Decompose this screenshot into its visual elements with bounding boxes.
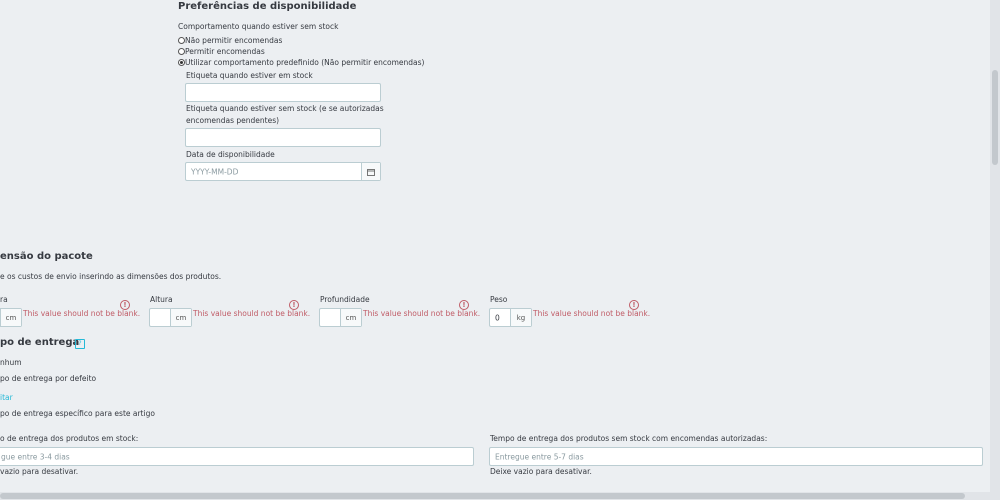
- delivery-option-none[interactable]: nhum: [0, 358, 22, 367]
- in-stock-delivery-label: o de entrega dos produtos em stock:: [0, 434, 139, 443]
- out-stock-delivery-hint: Deixe vazio para desativar.: [490, 467, 592, 476]
- availability-date-label: Data de disponibilidade: [186, 150, 275, 159]
- depth-error: This value should not be blank.: [363, 309, 481, 318]
- radio-default-behavior[interactable]: [178, 59, 185, 66]
- height-error: This value should not be blank.: [193, 309, 311, 318]
- width-input[interactable]: cm: [0, 308, 22, 327]
- width-error: This value should not be blank.: [23, 309, 141, 318]
- radio-allow-orders[interactable]: [178, 48, 185, 55]
- radio-default-behavior-label: Utilizar comportamento predefinido (Não …: [185, 58, 425, 67]
- package-description: e os custos de envio inserindo as dimens…: [0, 272, 222, 281]
- width-label: ra: [0, 295, 8, 304]
- depth-input[interactable]: cm: [319, 308, 362, 327]
- delivery-option-default[interactable]: po de entrega por defeito: [0, 374, 96, 383]
- height-input[interactable]: cm: [149, 308, 192, 327]
- out-stock-delivery-placeholder: Entregue entre 5-7 dias: [495, 452, 584, 461]
- width-unit: cm: [0, 309, 21, 326]
- width-error-icon: !: [120, 300, 130, 310]
- package-title: ensão do pacote: [0, 251, 93, 262]
- calendar-icon[interactable]: [361, 163, 380, 180]
- out-stock-delivery-label: Tempo de entrega dos produtos sem stock …: [490, 434, 768, 443]
- out-stock-delivery-input[interactable]: Entregue entre 5-7 dias: [489, 447, 983, 466]
- delivery-edit-link[interactable]: itar: [0, 393, 13, 402]
- help-icon[interactable]: ?: [75, 339, 85, 349]
- weight-error-icon: !: [629, 300, 639, 310]
- delivery-title: po de entrega: [0, 337, 80, 348]
- depth-label: Profundidade: [320, 295, 370, 304]
- out-stock-label-title-line1: Etiqueta quando estiver sem stock (e se …: [186, 104, 384, 113]
- weight-error: This value should not be blank.: [533, 309, 651, 318]
- height-unit: cm: [170, 309, 191, 326]
- in-stock-label-input[interactable]: [185, 83, 381, 102]
- availability-title: Preferências de disponibilidade: [178, 1, 357, 12]
- delivery-option-specific[interactable]: po de entrega específico para este artig…: [0, 409, 155, 418]
- out-stock-label-title-line2: encomendas pendentes): [186, 116, 280, 125]
- availability-date-input[interactable]: YYYY-MM-DD: [185, 162, 381, 181]
- in-stock-delivery-input[interactable]: gue entre 3-4 dias: [0, 447, 474, 466]
- stock-behavior-label: Comportamento quando estiver sem stock: [178, 22, 339, 31]
- weight-unit: kg: [510, 309, 531, 326]
- radio-allow-orders-label: Permitir encomendas: [185, 47, 265, 56]
- in-stock-delivery-placeholder: gue entre 3-4 dias: [1, 452, 70, 461]
- availability-date-placeholder: YYYY-MM-DD: [191, 167, 239, 176]
- depth-error-icon: !: [459, 300, 469, 310]
- height-label: Altura: [150, 295, 173, 304]
- depth-unit: cm: [340, 309, 361, 326]
- in-stock-label-title: Etiqueta quando estiver em stock: [186, 71, 313, 80]
- weight-input[interactable]: 0 kg: [489, 308, 532, 327]
- height-error-icon: !: [289, 300, 299, 310]
- weight-label: Peso: [490, 295, 508, 304]
- radio-deny-orders[interactable]: [178, 37, 185, 44]
- weight-value: 0: [495, 313, 500, 322]
- out-stock-label-input[interactable]: [185, 128, 381, 147]
- horizontal-scrollbar[interactable]: [0, 492, 990, 500]
- vertical-scrollbar[interactable]: [990, 0, 1000, 500]
- vertical-scroll-thumb[interactable]: [992, 70, 998, 165]
- horizontal-scroll-thumb[interactable]: [0, 493, 965, 499]
- in-stock-delivery-hint: vazio para desativar.: [0, 467, 79, 476]
- radio-deny-orders-label: Não permitir encomendas: [185, 36, 283, 45]
